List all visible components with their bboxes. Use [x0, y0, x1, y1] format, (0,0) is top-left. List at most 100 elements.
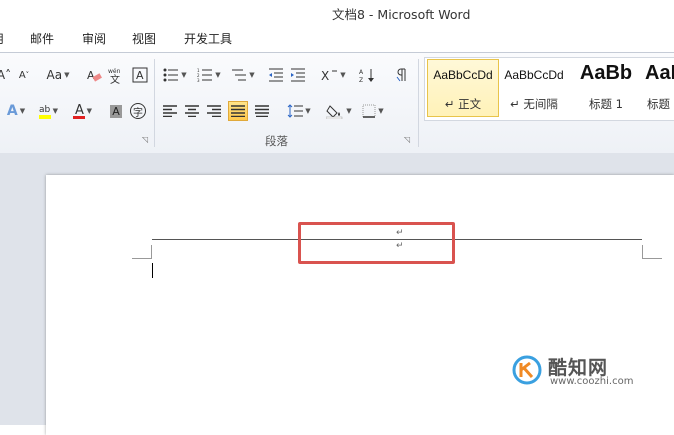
borders-button[interactable]: ▼ — [358, 101, 388, 121]
svg-text:Z: Z — [359, 77, 363, 83]
change-case-icon: Aa — [46, 68, 63, 82]
text-effect-button[interactable]: A ▼ — [6, 101, 26, 121]
char-border-icon: A — [132, 67, 148, 83]
tab-developer[interactable]: 开发工具 — [184, 30, 232, 47]
font-color-icon: A — [73, 103, 85, 119]
chinese-layout-icon: X — [321, 69, 338, 82]
char-shading-button[interactable]: A — [106, 101, 126, 121]
align-center-button[interactable] — [182, 101, 202, 121]
text-effect-icon: A — [6, 103, 18, 119]
style-name: 标题 1 — [589, 97, 623, 111]
line-spacing-icon — [287, 104, 304, 118]
title-bar: 文档8 - Microsoft Word — [0, 0, 674, 24]
bullets-button[interactable]: ▼ — [160, 65, 190, 85]
increase-indent-icon — [291, 68, 305, 82]
shrink-font-icon: A — [18, 69, 26, 81]
change-case-button[interactable]: Aa ▼ — [44, 65, 72, 85]
tab-partial[interactable]: 用 — [0, 30, 4, 47]
svg-text:A: A — [87, 69, 95, 82]
crop-mark — [151, 245, 152, 259]
tab-mailings[interactable]: 邮件 — [30, 30, 54, 47]
group-separator — [418, 59, 419, 147]
numbering-button[interactable]: 1 2 3 ▼ — [194, 65, 224, 85]
highlight-button[interactable]: ab ▼ — [38, 101, 58, 121]
enclose-char-icon: 字 — [130, 103, 146, 119]
phonetic-guide-button[interactable]: wén 文 — [106, 65, 126, 85]
font-color-button[interactable]: A ▼ — [72, 101, 92, 121]
clear-format-icon: A — [87, 69, 102, 82]
paragraph-group-label: 段落 — [265, 134, 288, 148]
align-left-button[interactable] — [160, 101, 180, 121]
increase-indent-button[interactable] — [288, 65, 308, 85]
highlighter-icon: ab — [39, 105, 51, 119]
justify-button[interactable] — [228, 101, 248, 121]
char-shading-icon: A — [110, 104, 122, 118]
shading-button[interactable]: ▼ — [324, 101, 354, 121]
numbering-icon: 123 — [197, 68, 213, 82]
svg-text:A: A — [359, 69, 364, 76]
distributed-button[interactable] — [252, 101, 272, 121]
clear-format-button[interactable]: A — [84, 65, 104, 85]
font-dialog-launcher-icon[interactable]: ◹ — [142, 135, 148, 144]
borders-icon — [362, 104, 376, 118]
svg-text:3: 3 — [197, 78, 200, 82]
tab-view[interactable]: 视图 — [132, 30, 156, 47]
paragraph-dialog-launcher-icon[interactable]: ◹ — [404, 135, 410, 144]
grow-font-icon: A˄ — [0, 68, 12, 82]
align-left-icon — [163, 105, 177, 117]
char-border-button[interactable]: A — [130, 65, 150, 85]
ribbon-tabs: 用 邮件 审阅 视图 开发工具 — [0, 24, 674, 52]
text-cursor — [152, 263, 153, 278]
align-right-button[interactable] — [204, 101, 224, 121]
crop-mark — [642, 258, 662, 259]
sort-button[interactable]: AZ — [358, 65, 378, 85]
crop-mark — [642, 245, 643, 259]
style-name: ↵ 正文 — [444, 97, 482, 111]
watermark-url: www.coozhi.com — [550, 376, 634, 387]
align-center-icon — [185, 105, 199, 117]
decrease-indent-icon — [269, 68, 283, 82]
watermark: 酷知网 www.coozhi.com — [512, 353, 642, 389]
bullets-icon — [163, 68, 179, 82]
svg-text:A: A — [136, 69, 144, 82]
sort-icon: AZ — [359, 69, 374, 83]
styles-gallery: AaBbCcDd ↵ 正文 AaBbCcDd ↵ 无间隔 AaBb 标题 1 A… — [424, 57, 674, 121]
style-sample: AaBbCcDd — [433, 68, 493, 82]
multilevel-list-button[interactable]: ▼ — [228, 65, 258, 85]
svg-text:文: 文 — [110, 73, 120, 84]
document-page[interactable]: ↵ ↵ — [46, 175, 674, 435]
style-normal[interactable]: AaBbCcDd ↵ 正文 — [427, 59, 499, 117]
show-formatting-button[interactable] — [392, 65, 412, 85]
svg-text:A: A — [75, 103, 84, 118]
style-sample: AaB — [645, 62, 674, 84]
style-title[interactable]: AaB 标题 — [639, 60, 674, 116]
phonetic-guide-icon: wén文 — [108, 68, 121, 84]
chinese-layout-button[interactable]: X ▼ — [318, 65, 348, 85]
style-name: 标题 — [647, 97, 670, 111]
pilcrow-icon — [396, 68, 406, 82]
multilevel-list-icon — [232, 69, 247, 81]
annotation-highlight-box — [298, 222, 455, 264]
ribbon: A˄ A ˅ Aa ▼ A wén 文 A A ▼ ab ▼ A ▼ A 字 ◹ ▼ 123… — [0, 52, 674, 154]
style-heading-1[interactable]: AaBb 标题 1 — [571, 60, 641, 116]
enclose-char-button[interactable]: 字 — [128, 101, 148, 121]
line-spacing-button[interactable]: ▼ — [284, 101, 314, 121]
svg-text:X: X — [321, 69, 329, 82]
crop-mark — [132, 258, 152, 259]
tab-review[interactable]: 审阅 — [82, 30, 106, 47]
window-title: 文档8 - Microsoft Word — [332, 7, 471, 22]
svg-text:ab: ab — [39, 105, 51, 115]
coozhi-logo-icon — [512, 355, 542, 385]
svg-text:wén: wén — [108, 68, 121, 75]
paint-bucket-icon — [326, 105, 343, 119]
align-right-icon — [207, 105, 221, 117]
decrease-indent-button[interactable] — [266, 65, 286, 85]
distributed-icon — [255, 105, 269, 117]
group-separator — [154, 59, 155, 147]
style-sample: AaBb — [579, 62, 633, 84]
style-name: ↵ 无间隔 — [510, 97, 558, 111]
justify-icon — [231, 105, 245, 117]
grow-font-button[interactable]: A˄ — [0, 65, 14, 85]
shrink-font-button[interactable]: A ˅ — [14, 65, 34, 85]
style-no-spacing[interactable]: AaBbCcDd ↵ 无间隔 — [499, 60, 569, 116]
